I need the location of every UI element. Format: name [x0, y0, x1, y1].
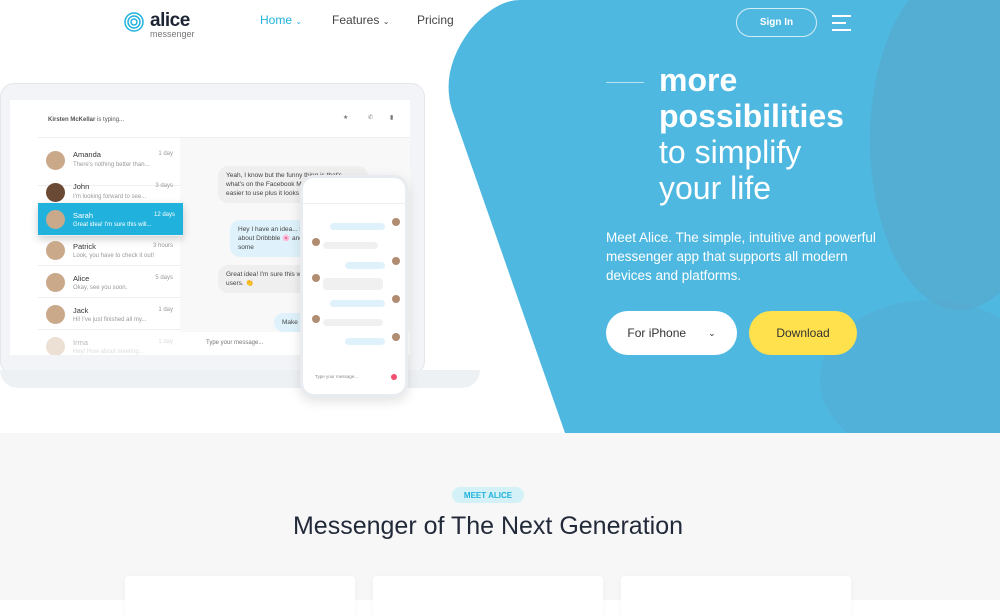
- chevron-down-icon: ⌄: [382, 17, 390, 26]
- phone-message-input[interactable]: Type your message...: [315, 374, 358, 379]
- contact-item[interactable]: Patrick Look, you have to check it out! 3 …: [38, 234, 181, 266]
- typing-status: is typing...: [95, 117, 125, 123]
- nav-home-label: Home: [260, 13, 293, 27]
- fingerprint-icon: [124, 12, 144, 32]
- chat-header: Kirsten McKellar is typing... ★ ✆ ▮: [38, 100, 410, 138]
- contact-item[interactable]: Alice Okay, see you soon. 5 days: [38, 266, 181, 298]
- nav-home[interactable]: Home ⌄: [260, 13, 302, 27]
- sign-in-button[interactable]: Sign In: [736, 8, 817, 37]
- phone-mockup: Type your message...: [300, 175, 408, 397]
- download-button[interactable]: Download: [749, 311, 857, 355]
- chevron-down-icon: ⌄: [295, 17, 303, 26]
- star-icon[interactable]: ★: [343, 114, 348, 121]
- contact-item-active[interactable]: Sarah Great idea! I'm sure this will... 12…: [38, 203, 183, 236]
- hero-description: Meet Alice. The simple, intuitive and po…: [606, 230, 876, 283]
- logo-sub: messenger: [150, 29, 195, 39]
- typing-name: Kirsten McKellar: [48, 117, 96, 123]
- laptop-base: [0, 370, 480, 388]
- video-icon[interactable]: ▮: [390, 114, 393, 121]
- platform-select[interactable]: For iPhone ⌄: [606, 311, 737, 355]
- feature-card: [125, 576, 355, 616]
- nav-features[interactable]: Features ⌄: [332, 13, 389, 27]
- chevron-down-icon: ⌄: [708, 327, 716, 338]
- hero-line-4: your life: [659, 170, 772, 206]
- phone-chat-header: [303, 190, 405, 204]
- feature-card: [373, 576, 603, 616]
- contact-item[interactable]: Jack Hi! I've just finished all my... 1 da…: [38, 298, 181, 330]
- platform-select-label: For iPhone: [627, 326, 687, 340]
- nav-features-label: Features: [332, 13, 380, 27]
- hero-line-1: more: [659, 62, 738, 98]
- phone-icon[interactable]: ✆: [368, 114, 373, 121]
- hero-line-3: to simplify: [659, 134, 802, 170]
- contact-item[interactable]: Irma Hey! How about meeting... 1 day: [38, 330, 181, 355]
- section-title: Messenger of The Next Generation: [292, 512, 684, 540]
- nav-pricing[interactable]: Pricing: [417, 13, 454, 27]
- logo[interactable]: alice messenger: [124, 10, 195, 39]
- section-badge: MEET ALICE: [452, 487, 524, 503]
- feature-card: [621, 576, 851, 616]
- divider-line: [606, 82, 644, 83]
- hamburger-icon[interactable]: [832, 15, 851, 36]
- hero-line-2: possibilities: [659, 98, 844, 134]
- send-icon[interactable]: [391, 374, 397, 380]
